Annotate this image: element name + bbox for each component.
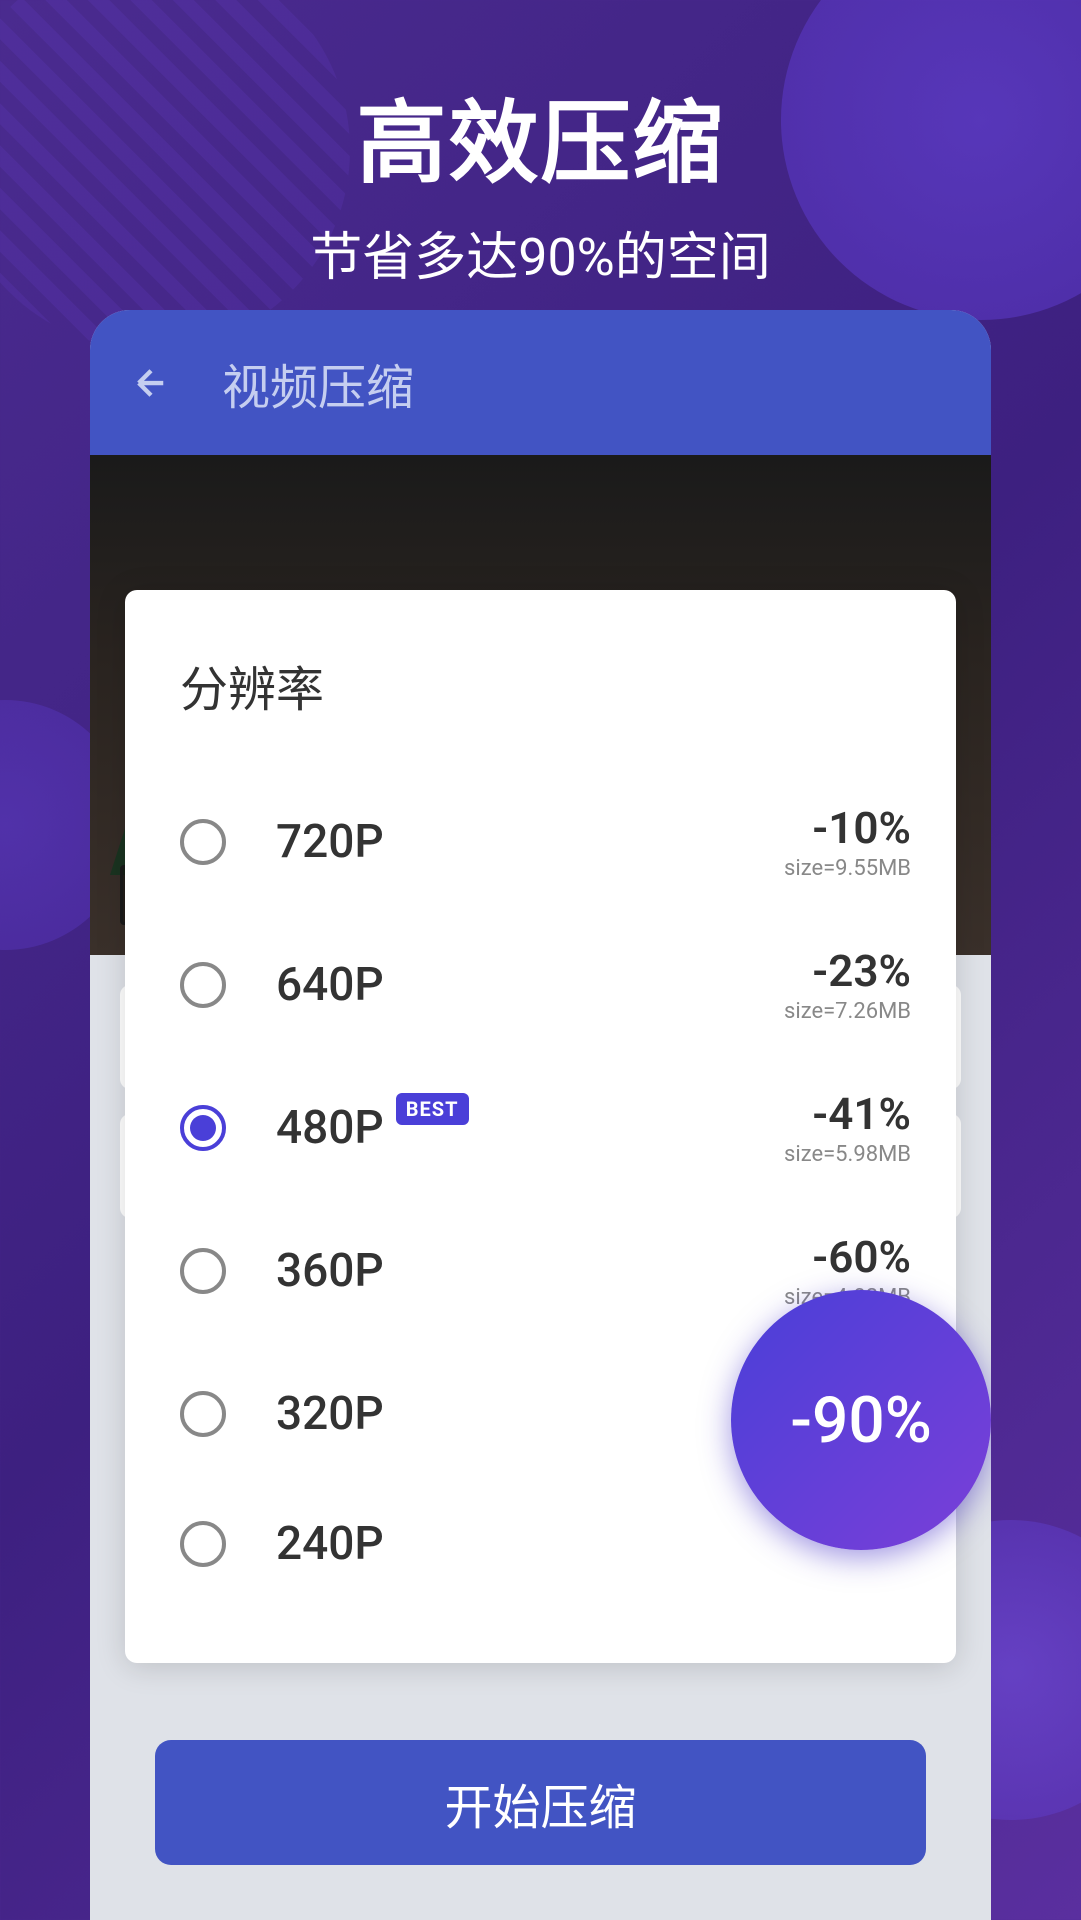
radio-icon (180, 962, 226, 1008)
app-frame: 视频压缩 se D 分辨率 720P-10%size=9.55MB640P-23… (90, 310, 991, 1920)
resolution-info: -41%size=5.98MB (784, 1088, 911, 1167)
resolution-label: 640P (276, 958, 384, 1012)
radio-icon (180, 1248, 226, 1294)
radio-icon (180, 819, 226, 865)
resolution-option-480p[interactable]: 480P BEST -41%size=5.98MB (180, 1056, 911, 1199)
file-size: size=7.26MB (784, 999, 911, 1024)
resolution-option-720p[interactable]: 720P -10%size=9.55MB (180, 770, 911, 913)
promo-section: 高效压缩 节省多达90%的空间 (0, 0, 1081, 290)
resolution-info: -23%size=7.26MB (784, 945, 911, 1024)
file-size: size=5.98MB (784, 1142, 911, 1167)
radio-icon (180, 1391, 226, 1437)
resolution-option-640p[interactable]: 640P -23%size=7.26MB (180, 913, 911, 1056)
dialog-title: 分辨率 (180, 650, 911, 720)
header-title: 视频压缩 (222, 348, 414, 418)
resolution-label: 360P (276, 1244, 384, 1298)
resolution-info: -10%size=9.55MB (784, 802, 911, 881)
promo-subtitle: 节省多达90%的空间 (0, 215, 1081, 290)
radio-icon (180, 1521, 226, 1567)
radio-icon (180, 1105, 226, 1151)
reduction-percent: -41% (784, 1088, 911, 1140)
savings-badge: -90% (731, 1290, 991, 1550)
reduction-percent: -60% (784, 1231, 911, 1283)
back-arrow-icon (130, 362, 172, 404)
reduction-percent: -10% (784, 802, 911, 854)
resolution-label: 240P (276, 1517, 384, 1571)
back-button[interactable] (130, 362, 172, 404)
app-header: 视频压缩 (90, 310, 991, 455)
reduction-percent: -23% (784, 945, 911, 997)
file-size: size=9.55MB (784, 856, 911, 881)
promo-title: 高效压缩 (0, 70, 1081, 200)
best-badge: BEST (396, 1093, 469, 1125)
resolution-label: 320P (276, 1387, 384, 1441)
resolution-label: 480P (276, 1101, 384, 1155)
start-compress-button[interactable]: 开始压缩 (155, 1740, 926, 1865)
resolution-label: 720P (276, 815, 384, 869)
